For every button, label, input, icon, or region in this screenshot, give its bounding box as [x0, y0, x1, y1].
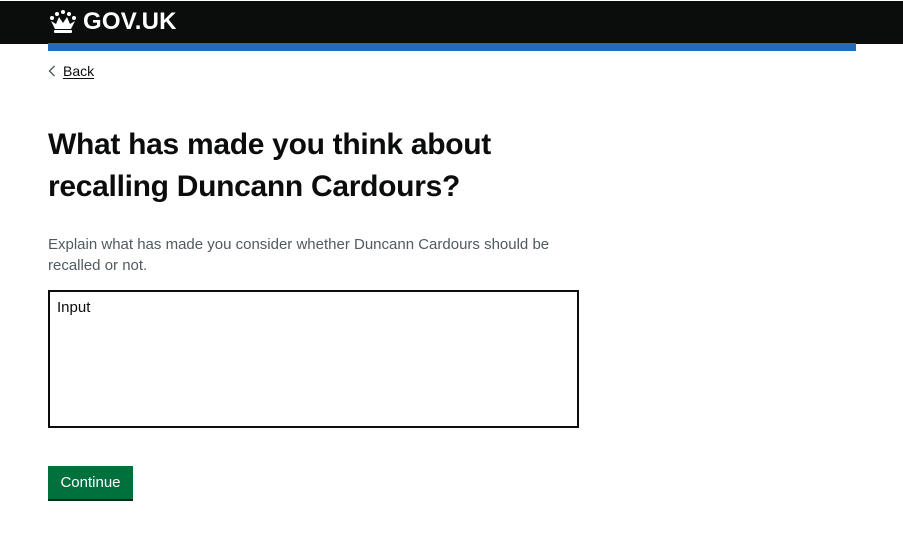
crown-icon — [50, 10, 76, 33]
hint-text: Explain what has made you consider wheth… — [48, 236, 550, 274]
explanation-textarea[interactable] — [48, 290, 579, 428]
header-accent-bar — [48, 43, 856, 51]
chevron-left-icon — [48, 65, 55, 77]
back-link-label: Back — [63, 63, 95, 79]
govuk-logo-link[interactable]: GOV.UK — [48, 7, 177, 37]
page-title: What has made you think about recalling … — [48, 128, 491, 203]
logo-text: GOV.UK — [83, 8, 177, 35]
site-header: GOV.UK — [0, 0, 903, 44]
continue-button[interactable]: Continue — [48, 466, 133, 499]
back-link[interactable]: Back — [48, 61, 94, 81]
